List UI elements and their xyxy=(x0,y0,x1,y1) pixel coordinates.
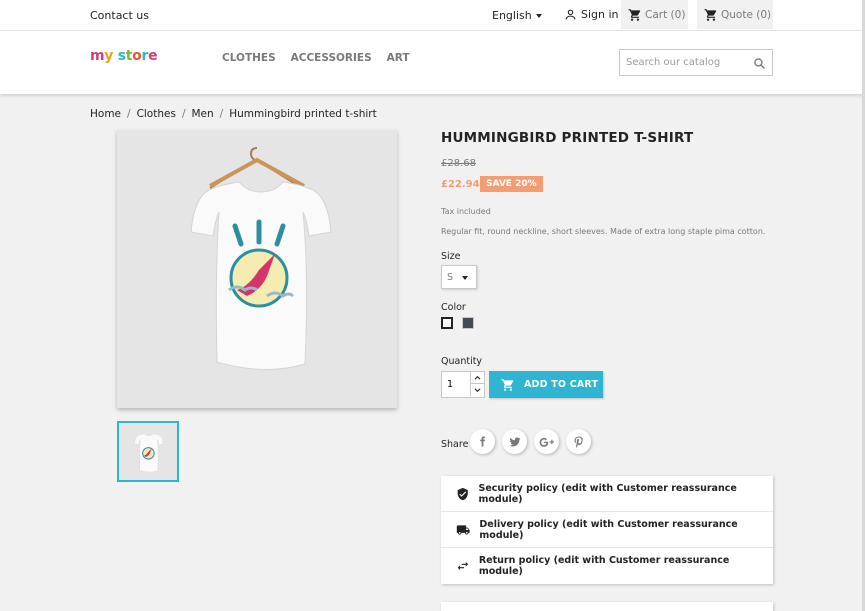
share-pinterest-button[interactable] xyxy=(566,429,591,454)
quantity-decrement-button[interactable] xyxy=(470,384,484,396)
quantity-increment-button[interactable] xyxy=(470,372,484,384)
quantity-label: Quantity xyxy=(441,356,483,367)
contact-us-link[interactable]: Contact us xyxy=(90,9,149,22)
chevron-down-icon xyxy=(474,387,481,392)
discount-badge: SAVE 20% xyxy=(480,176,543,192)
product-description: Regular fit, round neckline, short sleev… xyxy=(441,227,766,236)
main-nav: CLOTHES ACCESSORIES ART xyxy=(222,52,410,64)
site-header: my store CLOTHES ACCESSORIES ART xyxy=(0,31,865,94)
product-cover-image[interactable] xyxy=(117,130,397,408)
tax-note: Tax included xyxy=(441,207,491,216)
cart-icon xyxy=(501,378,514,391)
language-selector[interactable]: English xyxy=(492,9,542,22)
sign-in-link[interactable]: Sign in xyxy=(564,8,619,21)
current-price: £22.94 xyxy=(441,179,480,190)
reassurance-block: Security policy (edit with Customer reas… xyxy=(441,476,773,584)
nav-item-clothes[interactable]: CLOTHES xyxy=(222,52,276,64)
cart-button[interactable]: Cart (0) xyxy=(621,0,688,29)
add-to-cart-label: ADD TO CART xyxy=(524,379,599,390)
quantity-input[interactable] xyxy=(442,372,470,397)
share-label: Share xyxy=(441,439,469,450)
quote-button[interactable]: Quote (0) xyxy=(697,0,773,29)
product-tabs-block xyxy=(441,602,773,611)
reassurance-item-return: Return policy (edit with Customer reassu… xyxy=(441,548,773,584)
regular-price: £28.68 xyxy=(441,158,476,169)
sign-in-label: Sign in xyxy=(581,8,619,21)
share-twitter-button[interactable] xyxy=(502,429,527,454)
swap-arrows-icon xyxy=(457,561,469,571)
pinterest-icon xyxy=(574,436,583,448)
chevron-up-icon xyxy=(474,375,481,380)
size-select[interactable]: S xyxy=(441,265,477,289)
share-facebook-button[interactable] xyxy=(470,429,495,454)
search-icon[interactable] xyxy=(753,57,766,70)
cart-label: Cart (0) xyxy=(645,8,686,21)
size-value: S xyxy=(447,272,454,283)
search-box xyxy=(619,49,773,76)
user-icon xyxy=(565,9,576,20)
quantity-stepper xyxy=(441,371,485,398)
truck-icon xyxy=(456,524,470,535)
facebook-icon xyxy=(480,436,486,447)
add-to-cart-button[interactable]: ADD TO CART xyxy=(489,371,603,398)
tshirt-thumbnail-image xyxy=(134,433,164,473)
breadcrumb-men[interactable]: Men xyxy=(191,108,213,120)
language-label: English xyxy=(492,9,532,22)
breadcrumb: Home / Clothes / Men / Hummingbird print… xyxy=(90,108,377,120)
product-title: HUMMINGBIRD PRINTED T-SHIRT xyxy=(441,130,694,146)
breadcrumb-current[interactable]: Hummingbird printed t-shirt xyxy=(229,108,376,120)
reassurance-label: Delivery policy (edit with Customer reas… xyxy=(479,518,738,541)
breadcrumb-separator: / xyxy=(127,108,131,120)
breadcrumb-clothes[interactable]: Clothes xyxy=(137,108,176,120)
reassurance-item-delivery: Delivery policy (edit with Customer reas… xyxy=(441,512,773,548)
shield-check-icon xyxy=(457,487,468,500)
size-label: Size xyxy=(441,251,461,262)
search-input[interactable] xyxy=(620,50,745,75)
caret-down-icon xyxy=(535,14,542,18)
breadcrumb-separator: / xyxy=(181,108,186,120)
nav-item-art[interactable]: ART xyxy=(387,52,410,64)
color-swatch-grey[interactable] xyxy=(462,317,474,329)
twitter-icon xyxy=(509,437,520,446)
breadcrumb-home[interactable]: Home xyxy=(90,108,121,120)
store-logo[interactable]: my store xyxy=(90,48,158,64)
google-plus-icon xyxy=(539,437,554,447)
reassurance-label: Return policy (edit with Customer reassu… xyxy=(478,555,730,577)
reassurance-item-security: Security policy (edit with Customer reas… xyxy=(441,476,773,512)
color-swatch-white[interactable] xyxy=(441,317,453,329)
cart-icon xyxy=(628,8,641,21)
tshirt-image xyxy=(190,147,332,370)
nav-item-accessories[interactable]: ACCESSORIES xyxy=(291,52,372,64)
share-googleplus-button[interactable] xyxy=(534,429,559,454)
caret-down-icon xyxy=(462,276,468,280)
color-label: Color xyxy=(441,302,466,313)
product-thumbnail[interactable] xyxy=(117,421,179,482)
reassurance-label: Security policy (edit with Customer reas… xyxy=(478,482,737,505)
cart-icon xyxy=(704,8,717,21)
breadcrumb-separator: / xyxy=(219,108,224,120)
top-bar: Contact us English Sign in Cart (0) Quot… xyxy=(0,0,865,31)
quote-label: Quote (0) xyxy=(721,8,772,21)
